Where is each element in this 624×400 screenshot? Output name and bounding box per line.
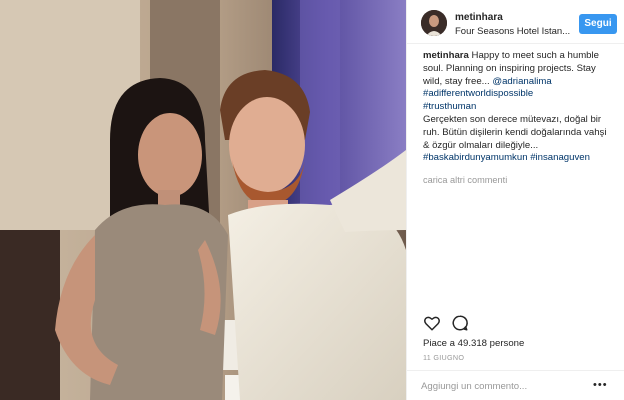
post-photo[interactable] bbox=[0, 0, 406, 400]
heart-icon[interactable] bbox=[423, 314, 441, 332]
hashtag-link[interactable]: #adifferentworldispossible bbox=[423, 88, 619, 101]
post-date: 11 GIUGNO bbox=[423, 353, 465, 362]
comment-bubble-icon[interactable] bbox=[451, 314, 469, 332]
hashtag-link[interactable]: #trusthuman bbox=[423, 101, 619, 114]
likes-count[interactable]: Piace a 49.318 persone bbox=[423, 338, 524, 349]
comment-input[interactable] bbox=[421, 379, 581, 393]
follow-button[interactable]: Segui bbox=[579, 14, 617, 34]
selfie-photo-illustration bbox=[0, 0, 406, 400]
mention-link[interactable]: @adrianalima bbox=[492, 76, 551, 87]
caption-username[interactable]: metinhara bbox=[423, 50, 469, 61]
caption-text: Gerçekten son derece mütevazı, doğal bir bbox=[423, 113, 602, 125]
comment-bar: ••• bbox=[407, 370, 624, 400]
load-more-comments-link[interactable]: carica altri commenti bbox=[423, 175, 507, 185]
caption-text: Happy to meet such a humble bbox=[471, 50, 599, 61]
post-caption: metinhara Happy to meet such a humble so… bbox=[423, 50, 619, 165]
post-side-panel: metinhara Four Seasons Hotel Istan... Se… bbox=[406, 0, 624, 400]
post-username[interactable]: metinhara bbox=[455, 12, 503, 23]
post-header: metinhara Four Seasons Hotel Istan... Se… bbox=[407, 0, 624, 44]
avatar[interactable] bbox=[421, 10, 447, 36]
caption-text: soul. Planning on inspiring projects. St… bbox=[423, 62, 596, 74]
hashtag-link[interactable]: #baskabirdunyamumkun #insanaguven bbox=[423, 152, 619, 165]
caption-text: ruh. Bütün dişilerin kendi doğalarında v… bbox=[423, 126, 607, 138]
post-location[interactable]: Four Seasons Hotel Istan... bbox=[455, 26, 570, 37]
more-options-icon[interactable]: ••• bbox=[593, 379, 608, 391]
caption-text: & özgür olmaları dileğiyle... bbox=[423, 139, 539, 151]
caption-text: wild, stay free... bbox=[423, 75, 490, 87]
